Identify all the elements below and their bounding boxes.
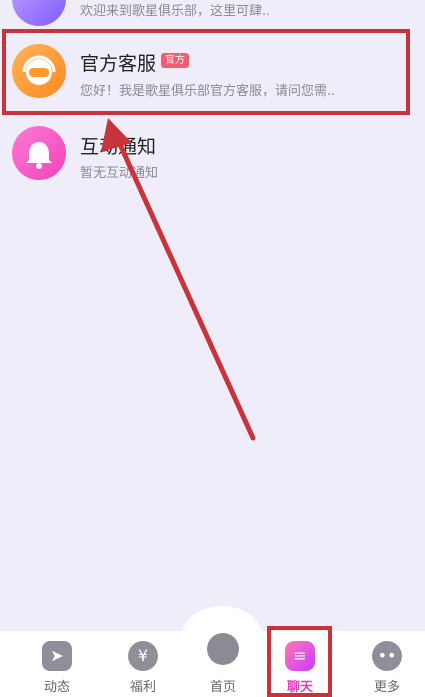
tab-label: 聊天 (286, 680, 313, 695)
message-preview: 欢迎来到歌星俱乐部，这里可肆.. (80, 4, 271, 19)
message-preview: 您好！我是歌星俱乐部官方客服，请问您需.. (80, 84, 336, 99)
chat-icon: ≡ (285, 641, 315, 671)
avatar (12, 0, 66, 26)
conversation-title: 互动通知 (80, 136, 157, 158)
tab-label: 动态 (43, 680, 70, 695)
more-face-icon: •• (372, 641, 402, 671)
bottom-navigation: ➤ 动态 ¥ 福利 首页 ≡ 聊天 •• 更多 (0, 631, 425, 697)
avatar (12, 44, 66, 98)
headset-icon (22, 55, 56, 85)
planet-icon (207, 633, 239, 665)
message-row-official-service[interactable]: 官方客服 官方 您好！我是歌星俱乐部官方客服，请问您需.. (0, 35, 425, 109)
tab-label: 更多 (373, 680, 400, 695)
tab-dongtai[interactable]: ➤ 动态 (22, 631, 92, 697)
avatar (12, 126, 66, 180)
tab-fuli[interactable]: ¥ 福利 (108, 631, 178, 697)
yen-icon: ¥ (128, 641, 158, 671)
conversation-title: 官方客服 (80, 53, 157, 75)
tab-more[interactable]: •• 更多 (352, 631, 422, 697)
bell-icon (26, 142, 52, 169)
tab-home[interactable]: 首页 (188, 631, 258, 697)
message-preview: 暂无互动通知 (80, 166, 159, 181)
paper-plane-icon: ➤ (42, 641, 72, 671)
official-badge: 官方 (161, 53, 189, 68)
tab-label: 福利 (129, 680, 156, 695)
message-row-interaction-notice[interactable]: 互动通知 暂无互动通知 (0, 118, 425, 188)
tab-chat[interactable]: ≡ 聊天 (265, 631, 335, 697)
tab-label: 首页 (209, 680, 236, 695)
message-row-welcome[interactable]: 欢迎来到歌星俱乐部，这里可肆.. (0, 0, 425, 28)
